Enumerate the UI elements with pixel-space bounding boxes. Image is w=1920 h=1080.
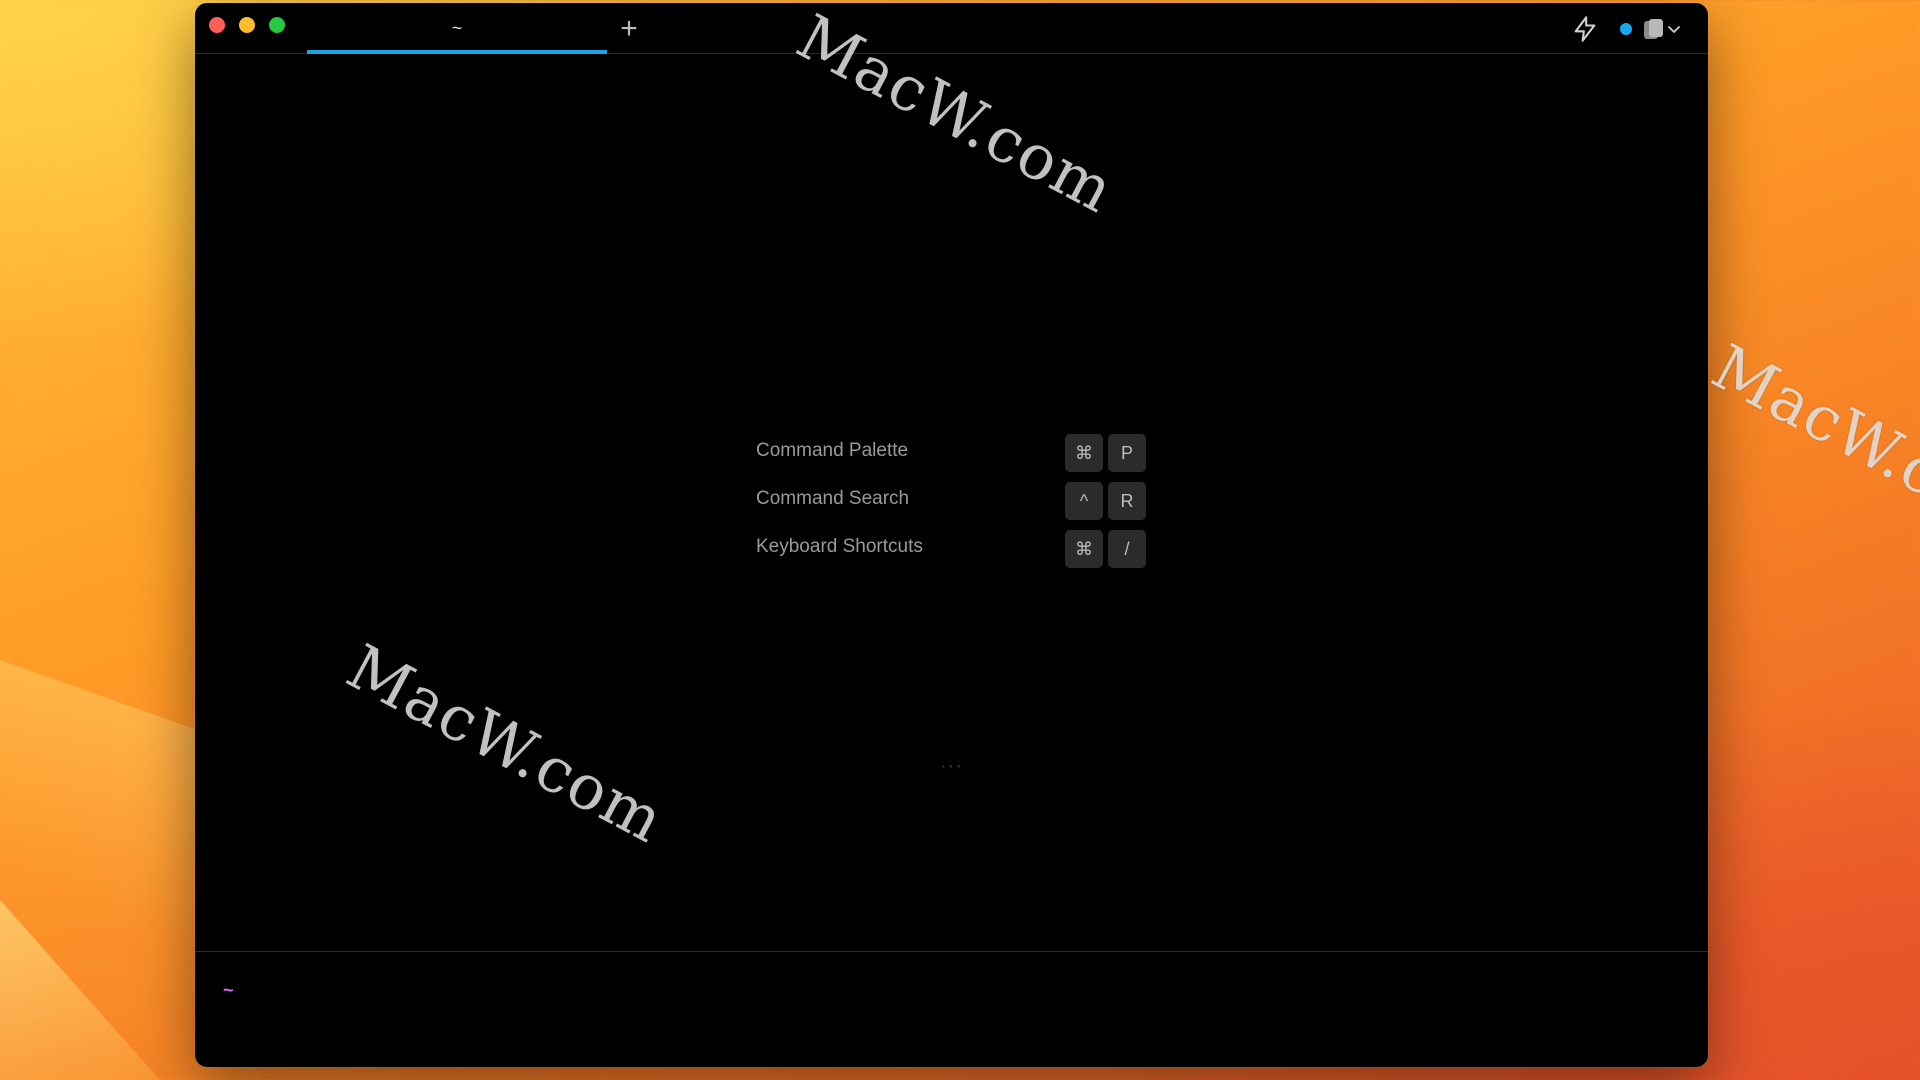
shortcut-row[interactable]: Command Palette ⌘ P [756, 428, 1156, 476]
plus-icon: + [620, 12, 638, 45]
zoom-window-button[interactable] [269, 17, 285, 33]
loading-indicator: ··· [940, 755, 963, 777]
key-cap: ⌘ [1065, 434, 1103, 472]
close-window-button[interactable] [209, 17, 225, 33]
minimize-window-button[interactable] [239, 17, 255, 33]
profile-icon [1644, 19, 1663, 39]
prompt-path: ~ [223, 980, 234, 1000]
key-cap: P [1108, 434, 1146, 472]
bolt-icon[interactable] [1571, 15, 1599, 43]
status-dot [1620, 23, 1632, 35]
key-cap: / [1108, 530, 1146, 568]
title-bar: ~ + [195, 3, 1708, 54]
new-tab-button[interactable]: + [611, 11, 647, 47]
key-cap: ⌘ [1065, 530, 1103, 568]
command-input-area[interactable]: ~ [195, 951, 1708, 1067]
terminal-window: ~ + Command Palette ⌘ P Command Search ^ [195, 3, 1708, 1067]
key-cap: ^ [1065, 482, 1103, 520]
active-tab-indicator [307, 50, 607, 54]
chevron-down-icon [1668, 26, 1680, 33]
shortcut-row[interactable]: Command Search ^ R [756, 476, 1156, 524]
shortcut-row[interactable]: Keyboard Shortcuts ⌘ / [756, 524, 1156, 572]
tab-home[interactable]: ~ [307, 3, 607, 53]
profile-menu-button[interactable] [1638, 17, 1684, 43]
shortcut-label: Command Palette [756, 440, 909, 461]
tab-title: ~ [451, 17, 463, 38]
shortcut-label: Keyboard Shortcuts [756, 536, 923, 557]
key-cap: R [1108, 482, 1146, 520]
watermark: MacW.com [1700, 330, 1920, 558]
shortcut-hints: Command Palette ⌘ P Command Search ^ R K… [756, 428, 1156, 572]
shortcut-label: Command Search [756, 488, 910, 509]
